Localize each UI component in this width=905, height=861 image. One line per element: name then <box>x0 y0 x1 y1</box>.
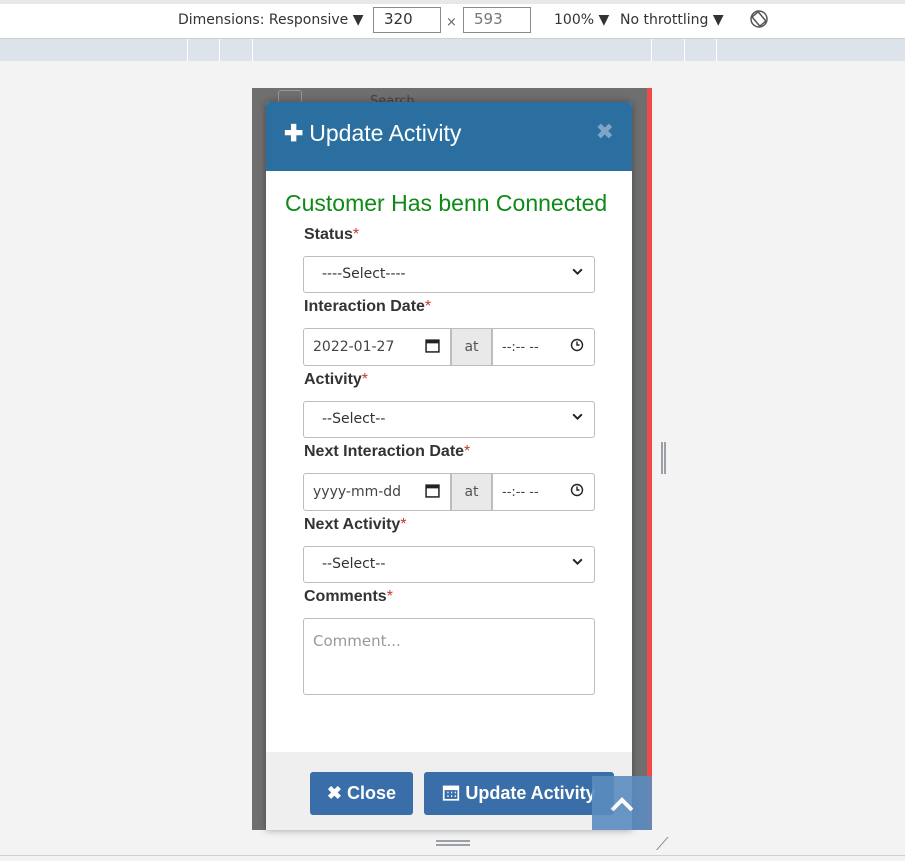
comments-textarea[interactable]: Comment... <box>303 618 595 695</box>
modal-title-text: Update Activity <box>309 120 462 146</box>
next-activity-label: Next Activity* <box>304 516 407 533</box>
throttling-dropdown[interactable]: No throttling ▼ <box>620 12 724 28</box>
times-sign: × <box>446 15 457 30</box>
status-banner: Customer Has benn Connected <box>285 190 608 216</box>
clock-icon[interactable] <box>570 483 584 501</box>
dimensions-dropdown[interactable]: Dimensions: Responsive ▼ <box>178 12 364 28</box>
chevron-down-icon <box>571 410 584 426</box>
zoom-dropdown[interactable]: 100% ▼ <box>554 12 609 28</box>
next-interaction-date-label: Next Interaction Date* <box>304 443 471 460</box>
comments-label: Comments* <box>304 588 393 605</box>
at-addon: at <box>451 328 492 366</box>
close-icon[interactable]: ✖ <box>596 120 614 145</box>
close-icon: ✖ <box>326 783 343 803</box>
calendar-icon <box>442 783 465 803</box>
next-interaction-date-input[interactable]: yyyy-mm-dd <box>303 473 451 511</box>
modal-header: ✚ Update Activity ✖ <box>266 102 632 171</box>
interaction-date-group: 2022-01-27 at --:-- -- <box>303 328 595 366</box>
chevron-down-icon <box>571 555 584 571</box>
page-edge <box>647 88 652 830</box>
calendar-icon[interactable] <box>425 338 440 357</box>
height-input[interactable]: 593 <box>463 7 531 33</box>
modal-footer: ✖ Close Update Activity <box>266 752 632 830</box>
calendar-icon[interactable] <box>425 483 440 502</box>
devtools-toolbar: Dimensions: Responsive ▼ 320 × 593 100% … <box>0 0 905 39</box>
scroll-top-button[interactable] <box>592 776 652 830</box>
status-select[interactable]: ----Select---- <box>303 256 595 293</box>
close-button[interactable]: ✖ Close <box>310 772 413 815</box>
activity-select[interactable]: --Select-- <box>303 401 595 438</box>
next-interaction-date-group: yyyy-mm-dd at --:-- -- <box>303 473 595 511</box>
update-activity-button[interactable]: Update Activity <box>424 772 614 815</box>
plus-icon: ✚ <box>284 120 304 146</box>
at-addon: at <box>451 473 492 511</box>
divider <box>0 855 905 856</box>
next-activity-select[interactable]: --Select-- <box>303 546 595 583</box>
update-activity-modal: ✚ Update Activity ✖ Customer Has benn Con… <box>266 102 632 830</box>
resize-handle-corner[interactable]: ⟋ <box>656 834 669 855</box>
status-label: Status* <box>304 226 360 243</box>
width-input[interactable]: 320 <box>373 7 441 33</box>
chevron-up-icon <box>607 797 637 824</box>
interaction-time-input[interactable]: --:-- -- <box>492 328 595 366</box>
modal-title: ✚ Update Activity <box>284 120 461 147</box>
media-query-ruler <box>0 39 905 61</box>
next-interaction-time-input[interactable]: --:-- -- <box>492 473 595 511</box>
clock-icon[interactable] <box>570 338 584 356</box>
resize-handle-bottom[interactable] <box>436 840 470 846</box>
activity-label: Activity* <box>304 371 369 388</box>
interaction-date-label: Interaction Date* <box>304 298 432 315</box>
resize-handle-right[interactable] <box>661 442 666 474</box>
interaction-date-input[interactable]: 2022-01-27 <box>303 328 451 366</box>
rotate-icon[interactable] <box>749 9 769 33</box>
chevron-down-icon <box>571 265 584 281</box>
